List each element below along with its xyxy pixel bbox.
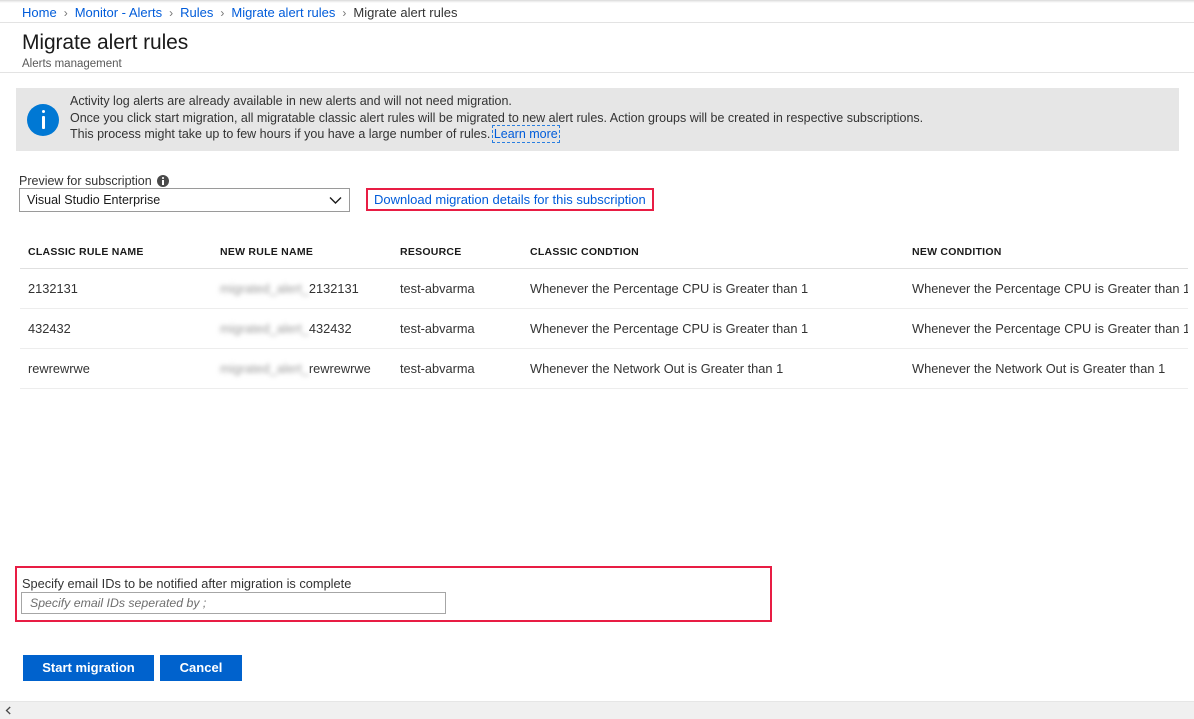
table-row: 432432 migrated_alert_432432 test-abvarm… xyxy=(20,309,1188,349)
cell-classic-condition: Whenever the Percentage CPU is Greater t… xyxy=(522,269,904,309)
info-icon[interactable] xyxy=(157,175,169,187)
cell-classic-condition: Whenever the Percentage CPU is Greater t… xyxy=(522,309,904,349)
cell-resource: test-abvarma xyxy=(392,269,522,309)
breadcrumb-item-migrate-alert-rules[interactable]: Migrate alert rules xyxy=(231,5,335,20)
cell-new-condition: Whenever the Network Out is Greater than… xyxy=(904,349,1188,389)
page-subtitle: Alerts management xyxy=(22,57,1194,72)
redacted-prefix: migrated_alert_ xyxy=(220,321,309,336)
cell-new-rule-name: migrated_alert_2132131 xyxy=(212,269,392,309)
breadcrumb-item-rules[interactable]: Rules xyxy=(180,5,213,20)
chevron-down-icon xyxy=(321,196,349,205)
start-migration-button[interactable]: Start migration xyxy=(23,655,154,681)
info-banner: Activity log alerts are already availabl… xyxy=(16,88,1179,151)
scrollbar-thumb[interactable] xyxy=(17,702,1194,719)
redacted-prefix: migrated_alert_ xyxy=(220,361,309,376)
table-row: rewrewrwe migrated_alert_rewrewrwe test-… xyxy=(20,349,1188,389)
download-migration-details-highlight: Download migration details for this subs… xyxy=(366,188,654,211)
subscription-label-row: Preview for subscription xyxy=(19,174,169,188)
cell-new-condition: Whenever the Percentage CPU is Greater t… xyxy=(904,309,1188,349)
info-banner-line-3: This process might take up to few hours … xyxy=(70,126,923,143)
info-icon-container xyxy=(16,88,70,151)
info-banner-text: Activity log alerts are already availabl… xyxy=(70,88,923,143)
email-ids-input[interactable] xyxy=(21,592,446,614)
cell-classic-condition: Whenever the Network Out is Greater than… xyxy=(522,349,904,389)
page-header-divider xyxy=(0,72,1194,73)
cell-new-rule-name: migrated_alert_rewrewrwe xyxy=(212,349,392,389)
cell-resource: test-abvarma xyxy=(392,309,522,349)
column-header-classic-rule-name: CLASSIC RULE NAME xyxy=(20,240,212,269)
download-migration-details-link[interactable]: Download migration details for this subs… xyxy=(374,192,646,207)
table-row: 2132131 migrated_alert_2132131 test-abva… xyxy=(20,269,1188,309)
column-header-classic-condition: CLASSIC CONDTION xyxy=(522,240,904,269)
cell-classic-rule-name: 2132131 xyxy=(20,269,212,309)
breadcrumb-separator: › xyxy=(220,6,224,20)
info-banner-line-2: Once you click start migration, all migr… xyxy=(70,110,923,127)
column-header-new-rule-name: NEW RULE NAME xyxy=(212,240,392,269)
breadcrumb: Home › Monitor - Alerts › Rules › Migrat… xyxy=(0,3,1194,22)
breadcrumb-item-home[interactable]: Home xyxy=(22,5,57,20)
breadcrumb-item-monitor-alerts[interactable]: Monitor - Alerts xyxy=(75,5,162,20)
page-header: Migrate alert rules Alerts management xyxy=(0,23,1194,70)
redacted-prefix: migrated_alert_ xyxy=(220,281,309,296)
cell-resource: test-abvarma xyxy=(392,349,522,389)
new-rule-name-suffix: 2132131 xyxy=(309,281,359,296)
info-banner-line-1: Activity log alerts are already availabl… xyxy=(70,93,923,110)
learn-more-link[interactable]: Learn more xyxy=(494,127,558,141)
subscription-selected-value: Visual Studio Enterprise xyxy=(20,193,321,207)
cell-classic-rule-name: rewrewrwe xyxy=(20,349,212,389)
column-header-resource: RESOURCE xyxy=(392,240,522,269)
new-rule-name-suffix: 432432 xyxy=(309,321,352,336)
email-section-label: Specify email IDs to be notified after m… xyxy=(22,576,351,591)
info-icon xyxy=(27,104,59,136)
horizontal-scrollbar[interactable] xyxy=(0,701,1194,719)
breadcrumb-item-current: Migrate alert rules xyxy=(353,5,457,20)
table-header-row: CLASSIC RULE NAME NEW RULE NAME RESOURCE… xyxy=(20,240,1188,269)
column-header-new-condition: NEW CONDITION xyxy=(904,240,1188,269)
cell-classic-rule-name: 432432 xyxy=(20,309,212,349)
breadcrumb-separator: › xyxy=(342,6,346,20)
cell-new-rule-name: migrated_alert_432432 xyxy=(212,309,392,349)
cell-new-condition: Whenever the Percentage CPU is Greater t… xyxy=(904,269,1188,309)
breadcrumb-separator: › xyxy=(169,6,173,20)
migration-rules-table: CLASSIC RULE NAME NEW RULE NAME RESOURCE… xyxy=(20,240,1188,389)
new-rule-name-suffix: rewrewrwe xyxy=(309,361,371,376)
page-title: Migrate alert rules xyxy=(22,30,1194,56)
breadcrumb-separator: › xyxy=(64,6,68,20)
info-banner-line-3-text: This process might take up to few hours … xyxy=(70,127,494,141)
chevron-left-icon[interactable] xyxy=(0,702,17,719)
cancel-button[interactable]: Cancel xyxy=(160,655,242,681)
subscription-select[interactable]: Visual Studio Enterprise xyxy=(19,188,350,212)
subscription-label: Preview for subscription xyxy=(19,174,152,188)
